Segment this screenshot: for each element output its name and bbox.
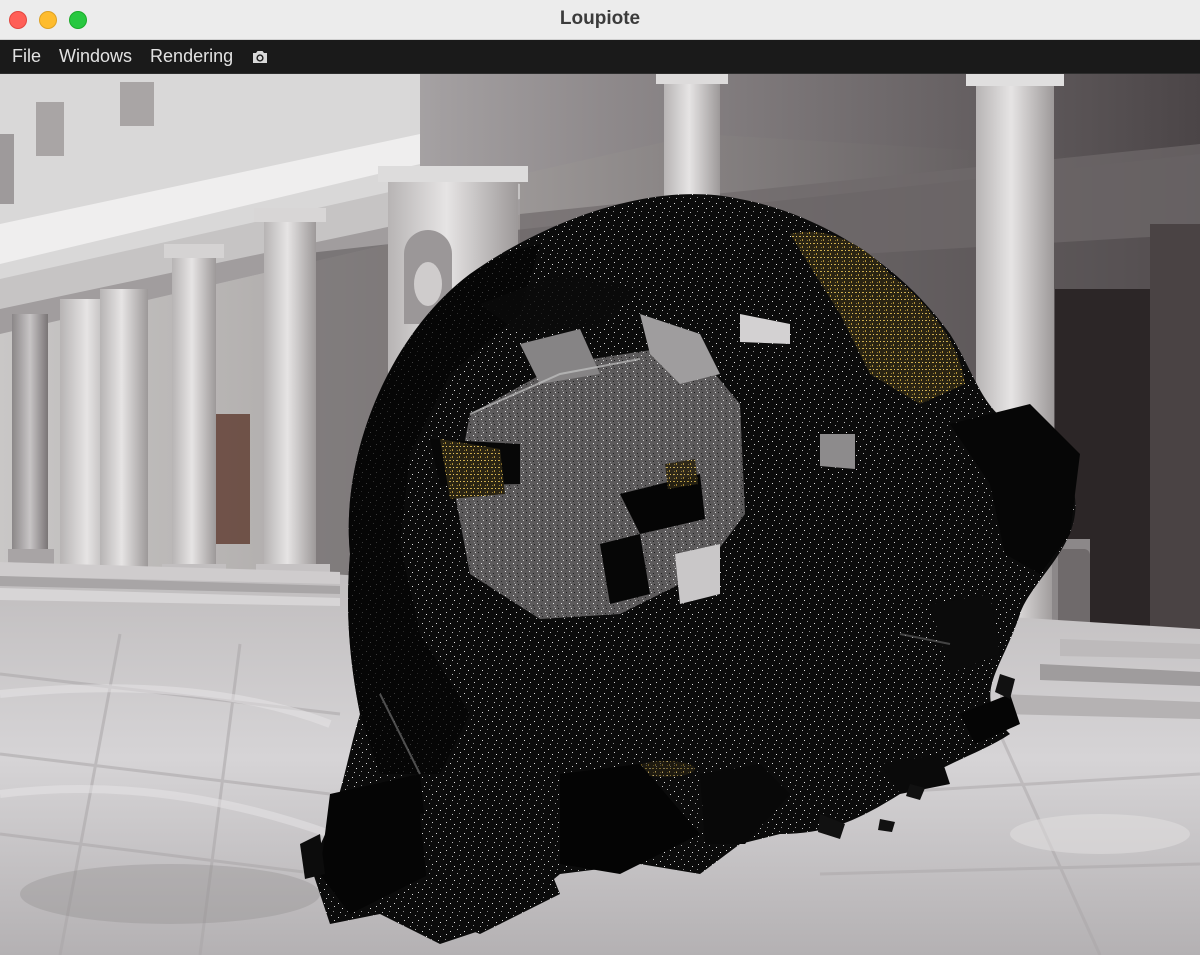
app-window: Loupiote File Windows Rendering <box>0 0 1200 955</box>
menu-rendering[interactable]: Rendering <box>144 40 239 74</box>
window-title: Loupiote <box>559 8 641 29</box>
menu-bar: File Windows Rendering <box>0 40 1200 74</box>
viewport-canvas[interactable] <box>0 74 1200 955</box>
menu-windows[interactable]: Windows <box>53 40 138 74</box>
render-viewport[interactable] <box>0 74 1200 955</box>
camera-icon <box>253 50 268 63</box>
menu-file[interactable]: File <box>6 40 47 74</box>
title-bar[interactable]: Loupiote <box>0 0 1200 40</box>
screenshot-button[interactable] <box>249 40 271 74</box>
